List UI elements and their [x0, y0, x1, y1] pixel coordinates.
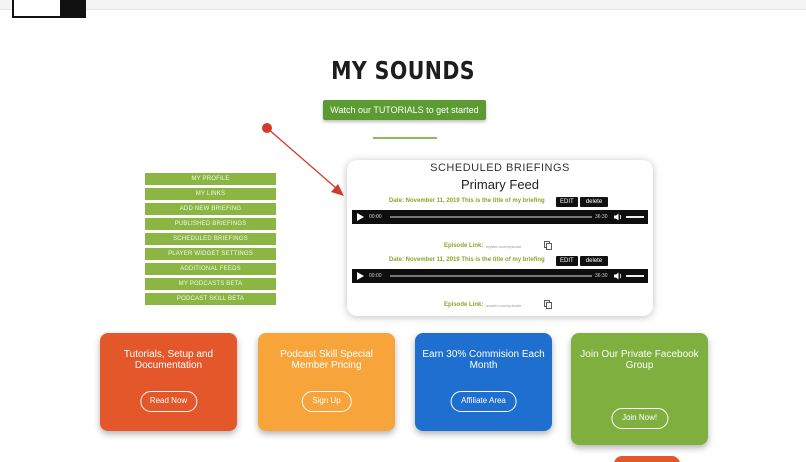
tutorials-button[interactable]: Watch our TUTORIALS to get started [323, 100, 486, 120]
top-bar [0, 0, 806, 10]
promo-text: Earn 30% Commision Each Month [422, 349, 545, 371]
promo-card-tutorials: Tutorials, Setup and Documentation Read … [100, 333, 237, 431]
episode-title: Date: November 11, 2019 This is the titl… [389, 198, 545, 204]
menu-item-my-podcasts-beta[interactable]: MY PODCASTS BETA [145, 278, 276, 290]
current-time: 00:00 [369, 273, 382, 279]
feed-name: Primary Feed [460, 177, 540, 192]
edit-button[interactable]: EDIT [556, 197, 578, 207]
affiliate-area-button[interactable]: Affiliate Area [450, 391, 517, 412]
copy-icon[interactable] [544, 241, 552, 250]
sign-up-button[interactable]: Sign Up [301, 391, 352, 412]
episode-link-url[interactable]: mysite.com/episode [486, 244, 521, 249]
play-icon[interactable] [357, 272, 364, 280]
volume-slider[interactable] [626, 216, 644, 218]
episode-title: Date: November 11, 2019 This is the titl… [389, 257, 545, 263]
episode-link-label: Episode Link: [444, 302, 484, 308]
menu-item-add-new-briefing[interactable]: ADD NEW BRIEFING [145, 203, 276, 215]
promo-card-facebook: Join Our Private Facebook Group Join Now… [571, 333, 708, 445]
menu-item-published-briefings[interactable]: PUBLISHED BRIEFINGS [145, 218, 276, 230]
promo-text: Join Our Private Facebook Group [580, 349, 699, 371]
audio-player: 00:00 36:30 [352, 210, 648, 224]
volume-icon[interactable] [614, 213, 623, 221]
join-now-button[interactable]: Join Now! [610, 408, 669, 429]
delete-button[interactable]: delete [580, 197, 608, 207]
delete-button[interactable]: delete [580, 256, 608, 266]
play-icon[interactable] [357, 213, 364, 221]
menu-item-my-links[interactable]: MY LINKS [145, 188, 276, 200]
copy-icon[interactable] [544, 300, 552, 309]
card-heading: SCHEDULED BRIEFINGS [430, 162, 570, 174]
audio-player: 00:00 36:30 [352, 269, 648, 283]
title-divider [373, 137, 437, 139]
menu-item-podcast-skill-beta[interactable]: PODCAST SKILL BETA [145, 293, 276, 305]
partial-button[interactable] [614, 456, 680, 462]
annotation-dot [262, 123, 272, 133]
annotation-line [266, 127, 337, 189]
episode-link-url[interactable]: mysite.com/episode [486, 303, 521, 308]
episode-link-label: Episode Link: [444, 243, 484, 249]
promo-text: Podcast Skill Special Member Pricing [280, 349, 373, 371]
duration: 36:30 [595, 273, 608, 279]
volume-icon[interactable] [614, 272, 623, 280]
promo-text: Tutorials, Setup and Documentation [123, 349, 214, 371]
scheduled-briefings-card: SCHEDULED BRIEFINGS Primary Feed Date: N… [347, 160, 653, 316]
current-time: 00:00 [369, 214, 382, 220]
promo-card-affiliate: Earn 30% Commision Each Month Affiliate … [415, 333, 552, 431]
menu-item-my-profile[interactable]: MY PROFILE [145, 173, 276, 185]
seek-bar[interactable] [390, 216, 592, 218]
logo[interactable] [12, 0, 86, 18]
promo-card-pricing: Podcast Skill Special Member Pricing Sig… [258, 333, 395, 431]
duration: 36:30 [595, 214, 608, 220]
page-title: MY SOUNDS [331, 56, 475, 85]
menu-item-additional-feeds[interactable]: ADDITIONAL FEEDS [145, 263, 276, 275]
arrow-head-icon [331, 184, 344, 196]
menu-item-scheduled-briefings[interactable]: SCHEDULED BRIEFINGS [145, 233, 276, 245]
side-menu: MY PROFILE MY LINKS ADD NEW BRIEFING PUB… [145, 173, 276, 308]
edit-button[interactable]: EDIT [556, 256, 578, 266]
read-now-button[interactable]: Read Now [139, 391, 198, 412]
seek-bar[interactable] [390, 275, 592, 277]
menu-item-player-widget-settings[interactable]: PLAYER WIDGET SETTINGS [145, 248, 276, 260]
volume-slider[interactable] [626, 275, 644, 277]
